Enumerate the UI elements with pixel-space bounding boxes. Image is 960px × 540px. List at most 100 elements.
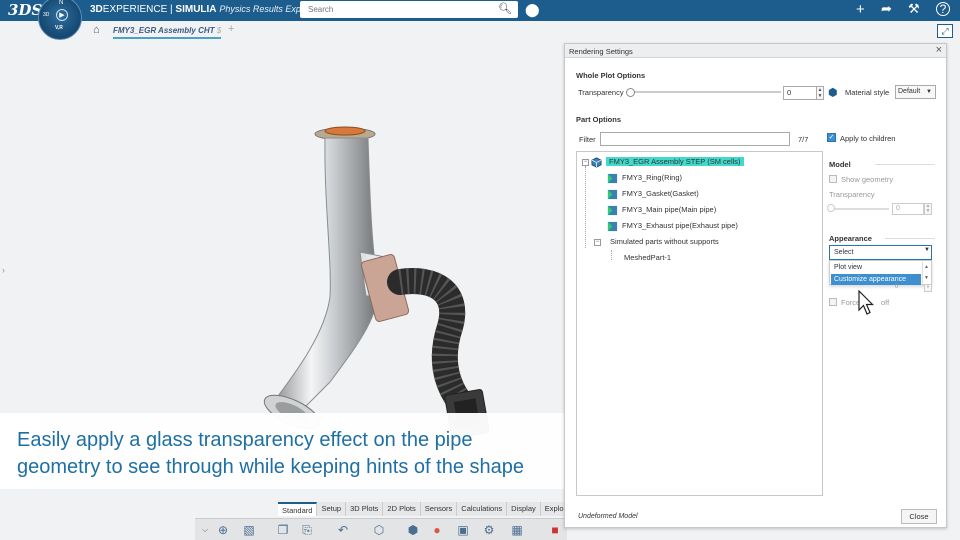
- divider: [875, 164, 935, 165]
- transparency-input[interactable]: 0: [783, 86, 817, 100]
- tree-node-meshed-part[interactable]: MeshedPart-1: [624, 252, 671, 264]
- play-icon[interactable]: ▶: [56, 9, 68, 21]
- brand-prefix: 3D: [90, 4, 103, 15]
- tab-document-label: FMY3_EGR Assembly CHT: [113, 26, 215, 35]
- transparency-stepper[interactable]: ▲ ▼: [816, 86, 824, 100]
- material-style-icon[interactable]: ⬢: [828, 86, 841, 99]
- transparency-slider-handle[interactable]: [626, 88, 635, 97]
- assembly-icon: [591, 156, 602, 168]
- tab-3d-plots[interactable]: 3D Plots: [346, 502, 384, 516]
- tree-node-assembly[interactable]: FMY3_EGR Assembly STEP (SM cells): [591, 156, 744, 168]
- model-transparency-slider[interactable]: [829, 208, 889, 210]
- contour-icon[interactable]: ■: [547, 522, 563, 538]
- panel-header: Rendering Settings ×: [565, 44, 946, 58]
- tree-node-gasket[interactable]: FMY3_Gasket(Gasket): [607, 188, 699, 200]
- part-icon[interactable]: ⬡: [371, 522, 387, 538]
- top-bar: 3DS N 3D ▶ V,R 3DEXPERIENCE | SIMULIA Ph…: [0, 0, 960, 40]
- material-style-select[interactable]: Default ▼: [895, 85, 936, 99]
- option-customize-appearance[interactable]: Customize appearance: [831, 274, 921, 285]
- tab-document-suffix: $: [216, 26, 222, 35]
- part-icon: [607, 189, 618, 199]
- caption-text: Easily apply a glass transparency effect…: [17, 427, 657, 481]
- paste-icon[interactable]: ⎘: [299, 522, 315, 538]
- plus-icon[interactable]: +: [856, 1, 865, 18]
- appearance-select[interactable]: Select: [829, 245, 932, 260]
- model-transparency-slider-handle[interactable]: [827, 204, 835, 212]
- chevron-down-icon[interactable]: ⌵: [197, 522, 213, 538]
- compass-north: N: [59, 0, 64, 6]
- ds-logo-icon[interactable]: 3DS: [8, 1, 42, 20]
- tree-node-exhaust-pipe[interactable]: FMY3_Exhaust pipe(Exhaust pipe): [607, 220, 738, 232]
- zoom-icon[interactable]: ⊕: [215, 522, 231, 538]
- part-icon: [607, 205, 618, 215]
- filter-input[interactable]: [600, 132, 790, 146]
- add-tab-icon[interactable]: +: [228, 23, 234, 35]
- tag-icon[interactable]: ⬤: [525, 2, 540, 18]
- model-transparency-input[interactable]: 0: [892, 203, 924, 215]
- option-plot-view[interactable]: Plot view: [831, 262, 921, 273]
- close-button[interactable]: Close: [901, 509, 937, 524]
- part-icon: [607, 173, 618, 183]
- filter-count: 7/7: [798, 135, 809, 144]
- tab-calculations[interactable]: Calculations: [457, 502, 508, 516]
- collapse-toggle[interactable]: −: [594, 239, 601, 246]
- tab-row: ⌂ FMY3_EGR Assembly CHT $ +: [0, 21, 960, 42]
- apply-to-children-checkbox[interactable]: ✓: [827, 133, 836, 142]
- chevron-down-icon: ▼: [924, 247, 930, 253]
- copy-icon[interactable]: ❐: [275, 522, 291, 538]
- expand-icon[interactable]: ⤢: [937, 24, 953, 38]
- panel-title: Rendering Settings: [569, 47, 633, 56]
- appearance-dropdown: Plot view Customize appearance ▲ ▼: [829, 260, 932, 285]
- close-icon[interactable]: ×: [936, 44, 942, 56]
- settings-icon[interactable]: ⚙: [481, 522, 497, 538]
- hidden-stepper[interactable]: ▼: [924, 284, 932, 292]
- search-icon[interactable]: 🔍︎: [498, 1, 512, 18]
- show-geometry-checkbox[interactable]: [829, 175, 837, 183]
- tree-node-label: FMY3_Main pipe(Main pipe): [622, 205, 717, 214]
- compass-3d: 3D: [43, 12, 50, 18]
- tab-display[interactable]: Display: [507, 502, 541, 516]
- chevron-down-icon: ▼: [926, 89, 932, 95]
- transparency-label: Transparency: [578, 88, 624, 97]
- tree-node-ring[interactable]: FMY3_Ring(Ring): [607, 172, 682, 184]
- action-bar-tabs: Standard Setup 3D Plots 2D Plots Sensors…: [278, 502, 590, 516]
- tab-2d-plots[interactable]: 2D Plots: [383, 502, 421, 516]
- render-icon[interactable]: ●: [429, 522, 445, 538]
- part-options-heading: Part Options: [576, 115, 622, 124]
- view-icon[interactable]: ▧: [241, 522, 257, 538]
- transparency-slider[interactable]: [631, 91, 781, 93]
- screen-icon[interactable]: ▣: [455, 522, 471, 538]
- pipe-model[interactable]: [220, 82, 520, 462]
- search-input[interactable]: [300, 1, 518, 18]
- tab-setup[interactable]: Setup: [317, 502, 347, 516]
- cube-icon[interactable]: ⬢: [405, 522, 421, 538]
- show-geometry-label: Show geometry: [841, 175, 894, 184]
- material-style-label: Material style: [845, 88, 890, 97]
- footer-status: Undeformed Model: [578, 513, 638, 520]
- tab-document[interactable]: FMY3_EGR Assembly CHT $: [113, 26, 222, 39]
- app-title: 3DEXPERIENCE | SIMULIA Physics Results E…: [90, 4, 310, 15]
- tab-standard[interactable]: Standard: [278, 502, 318, 516]
- tree-node-simulated-parts[interactable]: Simulated parts without supports: [610, 236, 719, 248]
- whole-plot-options-heading: Whole Plot Options: [576, 71, 646, 80]
- collapse-toggle[interactable]: −: [582, 159, 589, 166]
- model-transparency-stepper[interactable]: ▲ ▼: [924, 203, 932, 215]
- tools-icon[interactable]: ⚒: [908, 1, 920, 17]
- tree-node-label: MeshedPart-1: [624, 253, 672, 262]
- help-icon[interactable]: ?: [936, 2, 950, 16]
- brand-strong: EXPERIENCE: [102, 4, 168, 15]
- force-off-checkbox[interactable]: [829, 298, 837, 306]
- mouse-cursor-icon: [858, 290, 874, 315]
- tree-node-label: FMY3_Gasket(Gasket): [622, 189, 699, 198]
- home-icon[interactable]: ⌂: [93, 24, 100, 36]
- tab-sensors[interactable]: Sensors: [420, 502, 458, 516]
- tree-node-label: FMY3_Exhaust pipe(Exhaust pipe): [622, 221, 738, 230]
- caption-line-1: Easily apply a glass transparency effect…: [17, 429, 473, 451]
- undo-icon[interactable]: ↶: [335, 522, 351, 538]
- dropdown-scrollbar[interactable]: ▲ ▼: [922, 262, 930, 284]
- share-icon[interactable]: ➦: [881, 1, 892, 17]
- action-bar: Standard Setup 3D Plots 2D Plots Sensors…: [195, 502, 590, 540]
- tree-node-main-pipe[interactable]: FMY3_Main pipe(Main pipe): [607, 204, 716, 216]
- table-icon[interactable]: ▦: [509, 522, 525, 538]
- panel-footer: Undeformed Model Close: [565, 504, 946, 528]
